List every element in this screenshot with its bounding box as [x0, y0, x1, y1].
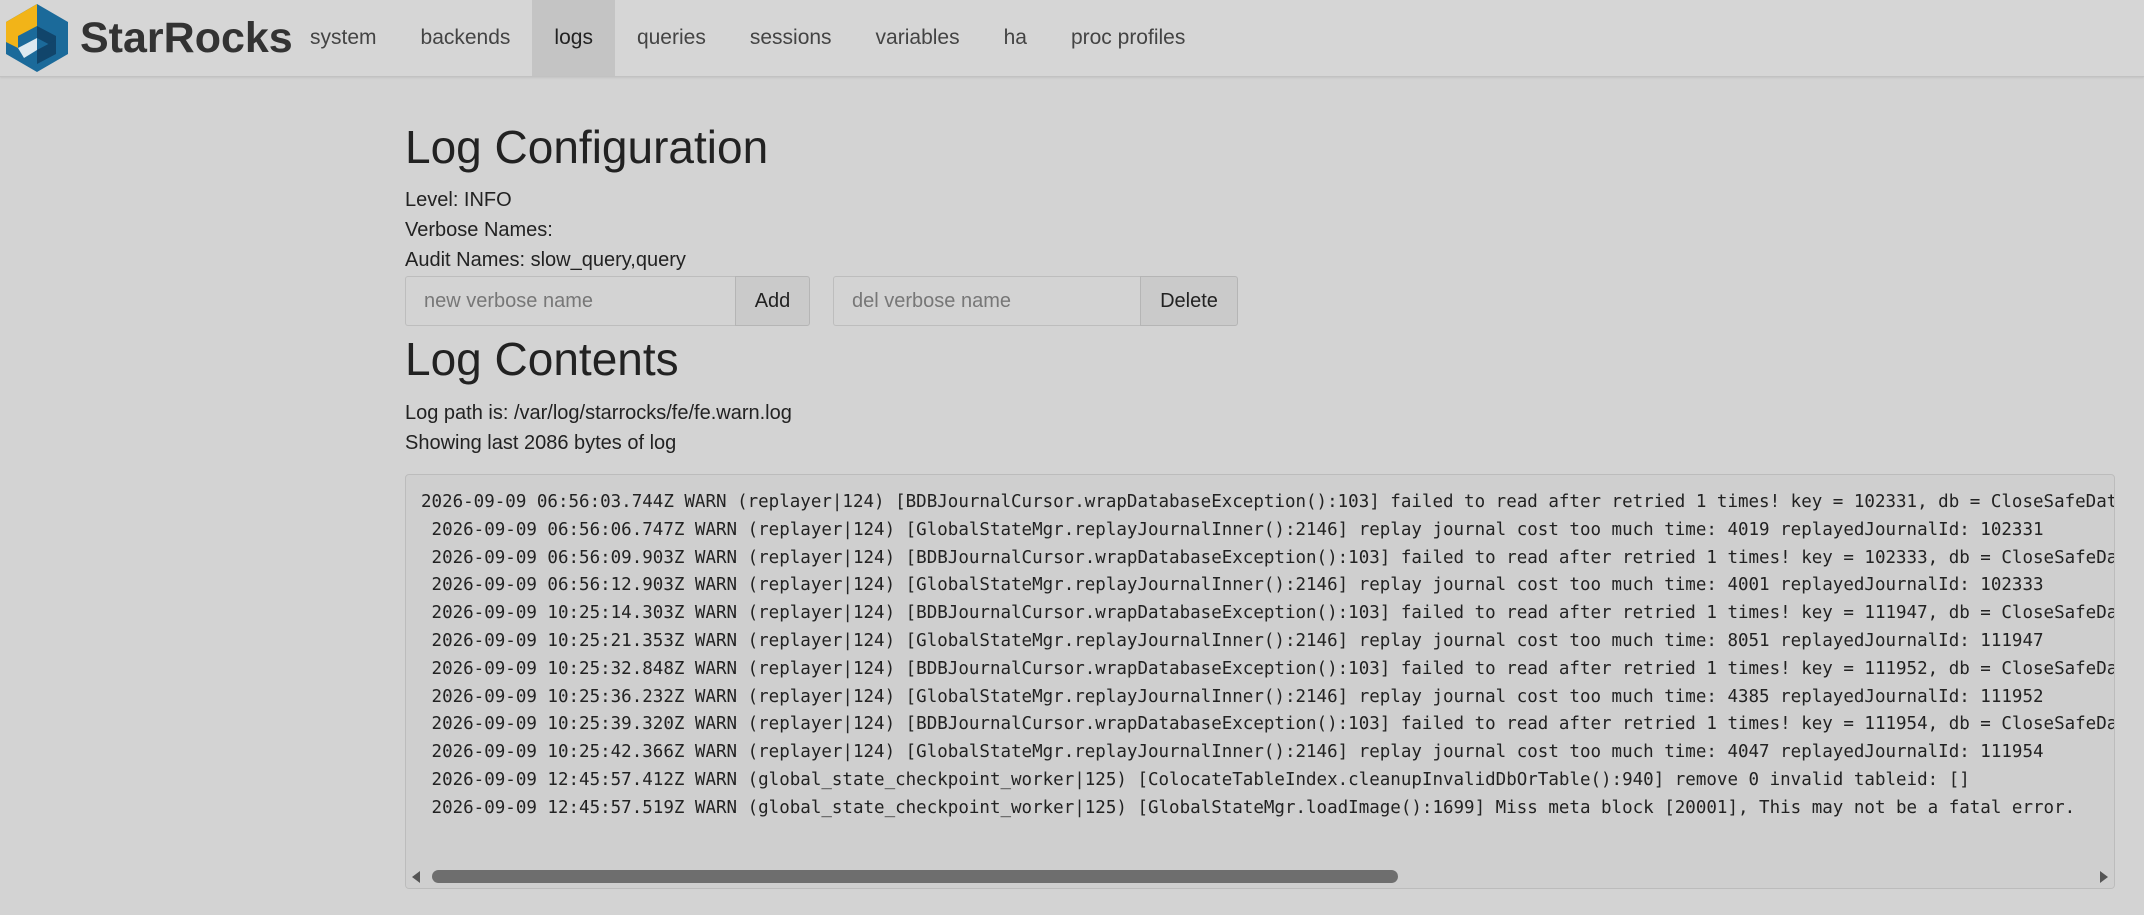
log-lines: 2026-09-09 06:56:03.744Z WARN (replayer|… [421, 489, 2115, 823]
log-line: 2026-09-09 12:45:57.412Z WARN (global_st… [421, 769, 1970, 790]
log-output-box[interactable]: 2026-09-09 06:56:03.744Z WARN (replayer|… [405, 474, 2115, 889]
horizontal-scrollbar[interactable] [406, 866, 2114, 888]
add-button[interactable]: Add [735, 276, 810, 326]
delete-button[interactable]: Delete [1140, 276, 1238, 326]
log-path: Log path is: /var/log/starrocks/fe/fe.wa… [405, 402, 792, 424]
scrollbar-thumb[interactable] [432, 870, 1398, 883]
scroll-left-arrow-icon[interactable] [412, 871, 420, 883]
log-line: 2026-09-09 10:25:32.848Z WARN (replayer|… [421, 658, 2115, 679]
nav-item-system[interactable]: system [288, 0, 399, 76]
nav-item-proc-profiles[interactable]: proc profiles [1049, 0, 1207, 76]
brand[interactable]: StarRocks [4, 2, 293, 74]
starrocks-logo-icon [4, 2, 70, 74]
nav-item-sessions[interactable]: sessions [728, 0, 854, 76]
main-nav: system backends logs queries sessions variabl… [288, 0, 1207, 76]
nav-item-backends[interactable]: backends [399, 0, 533, 76]
log-bytes-info: Showing last 2086 bytes of log [405, 432, 677, 454]
add-verbose-form: Add [405, 276, 810, 326]
brand-name: StarRocks [80, 13, 293, 62]
audit-names: Audit Names: slow_query,query [405, 249, 686, 271]
scroll-right-arrow-icon[interactable] [2100, 871, 2108, 883]
top-navbar: StarRocks system backends logs queries sessi… [0, 0, 2144, 77]
log-level: Level: INFO [405, 189, 512, 211]
log-line: 2026-09-09 12:45:57.519Z WARN (global_st… [421, 797, 2076, 818]
log-contents-title: Log Contents [405, 333, 679, 385]
log-line: 2026-09-09 10:25:39.320Z WARN (replayer|… [421, 714, 2115, 735]
nav-item-logs[interactable]: logs [532, 0, 615, 76]
verbose-names: Verbose Names: [405, 219, 553, 241]
log-line: 2026-09-09 10:25:42.366Z WARN (replayer|… [421, 742, 2044, 763]
nav-item-queries[interactable]: queries [615, 0, 728, 76]
log-line: 2026-09-09 06:56:03.744Z WARN (replayer|… [421, 492, 2115, 512]
nav-item-variables[interactable]: variables [854, 0, 982, 76]
del-verbose-name-input[interactable] [833, 276, 1140, 326]
log-line: 2026-09-09 06:56:06.747Z WARN (replayer|… [421, 519, 2044, 540]
log-line: 2026-09-09 06:56:09.903Z WARN (replayer|… [421, 547, 2115, 568]
log-line: 2026-09-09 06:56:12.903Z WARN (replayer|… [421, 575, 2044, 596]
log-line: 2026-09-09 10:25:36.232Z WARN (replayer|… [421, 686, 2044, 707]
log-configuration-title: Log Configuration [405, 121, 769, 173]
log-line: 2026-09-09 10:25:21.353Z WARN (replayer|… [421, 630, 2044, 651]
nav-item-ha[interactable]: ha [982, 0, 1049, 76]
new-verbose-name-input[interactable] [405, 276, 735, 326]
delete-verbose-form: Delete [833, 276, 1238, 326]
log-line: 2026-09-09 10:25:14.303Z WARN (replayer|… [421, 603, 2115, 624]
